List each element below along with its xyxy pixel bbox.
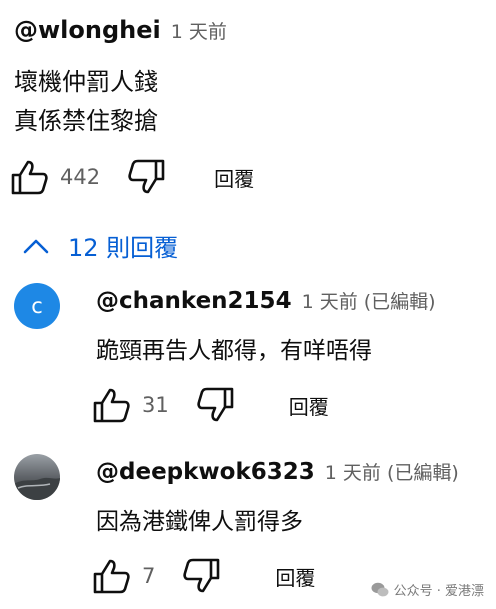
reply-header: @chanken2154 1 天前 (已編輯) (96, 287, 436, 314)
reply-button[interactable]: 回覆 (214, 163, 254, 192)
comment-time[interactable]: 1 天前 (171, 17, 227, 44)
watermark-text: 公众号 · 爱港漂 (393, 584, 484, 599)
comment-actions: 442 回覆 (10, 158, 254, 196)
avatar[interactable]: c (14, 283, 60, 329)
comment-text-line-2: 真係禁住黎搶 (14, 107, 158, 135)
reply-actions: 7 回覆 (92, 557, 315, 595)
avatar-photo (14, 454, 60, 500)
reply-button[interactable]: 回覆 (275, 562, 315, 591)
comment-author[interactable]: @wlonghei (14, 16, 161, 44)
thumb-up-icon (11, 160, 48, 195)
reply-text: 因為港鐵俾人罰得多 (96, 509, 303, 535)
like-button[interactable] (92, 557, 132, 595)
comment-thread: @wlonghei 1 天前 壞機仲罰人錢 真係禁住黎搶 442 回覆 12 則… (0, 0, 496, 609)
dislike-button[interactable] (181, 557, 221, 595)
replies-count[interactable]: 12 則回覆 (68, 228, 178, 263)
comment-header: @wlonghei 1 天前 (14, 16, 227, 44)
reply-time[interactable]: 1 天前 (已編輯) (325, 458, 459, 485)
like-count: 31 (142, 393, 169, 417)
reply-button[interactable]: 回覆 (289, 391, 329, 420)
watermark: 公众号 · 爱港漂 (371, 580, 484, 599)
reply-author[interactable]: @deepkwok6323 (96, 459, 315, 485)
thumb-down-icon (183, 558, 220, 593)
thumb-up-icon (93, 388, 130, 423)
thumb-down-icon (197, 387, 234, 422)
replies-toggle[interactable]: 12 則回覆 (22, 228, 178, 263)
avatar-letter: c (31, 294, 43, 318)
chevron-up-icon (23, 239, 49, 253)
dislike-button[interactable] (195, 386, 235, 424)
dislike-button[interactable] (126, 158, 166, 196)
comment-text-line-1: 壞機仲罰人錢 (14, 68, 158, 96)
reply-actions: 31 回覆 (92, 386, 329, 424)
like-button[interactable] (10, 158, 50, 196)
thumb-down-icon (128, 159, 165, 194)
like-count: 442 (60, 165, 101, 189)
like-button[interactable] (92, 386, 132, 424)
reply-author[interactable]: @chanken2154 (96, 288, 292, 314)
like-count: 7 (142, 564, 156, 588)
avatar[interactable] (14, 454, 60, 500)
reply-text: 跪頸再告人都得，有咩唔得 (96, 338, 372, 364)
reply-header: @deepkwok6323 1 天前 (已編輯) (96, 458, 459, 485)
thumb-up-icon (93, 559, 130, 594)
reply-time[interactable]: 1 天前 (已編輯) (302, 287, 436, 314)
wechat-icon (371, 582, 389, 596)
